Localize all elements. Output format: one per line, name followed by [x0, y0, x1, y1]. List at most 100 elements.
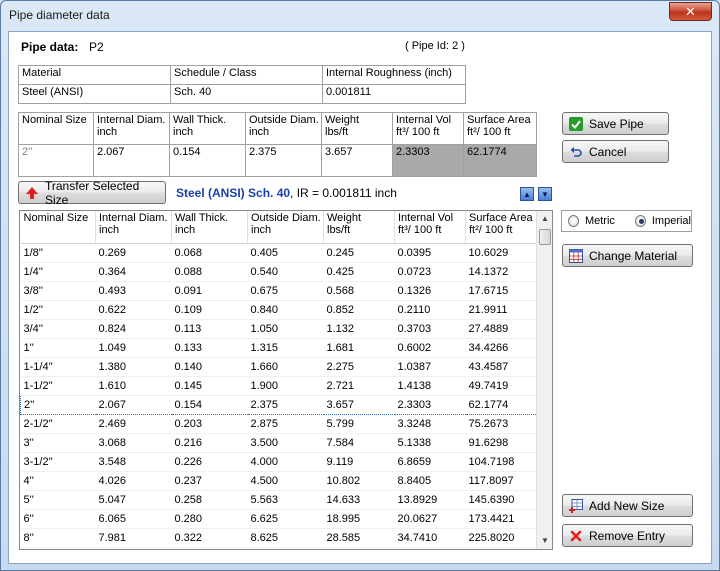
table-cell-weight: 2.721: [323, 376, 395, 396]
table-row[interactable]: 1'' 1.049 0.133 1.315 1.681 0.6002 34.4266: [20, 338, 538, 358]
add-new-size-button[interactable]: Add New Size: [562, 494, 693, 517]
table-cell-surface-area: 27.4889: [465, 319, 538, 339]
table-cell-internal-vol: 0.0723: [394, 262, 466, 282]
table-row[interactable]: 2'' 2.067 0.154 2.375 3.657 2.3303 62.1774: [20, 394, 538, 415]
remove-entry-button[interactable]: Remove Entry: [562, 524, 693, 547]
table-cell-weight: 7.584: [323, 433, 395, 453]
imperial-radio[interactable]: [634, 215, 646, 227]
delete-x-icon: [569, 529, 583, 543]
move-down-button[interactable]: ▼: [538, 187, 552, 201]
change-material-label: Change Material: [589, 248, 678, 263]
table-cell-weight: 10.802: [323, 471, 395, 491]
table-row[interactable]: 1/4'' 0.364 0.088 0.540 0.425 0.0723 14.1372: [20, 262, 538, 282]
table-cell-surface-area: 21.9911: [465, 300, 538, 320]
table-grid-icon: [569, 248, 583, 263]
pipe-size-list[interactable]: Nominal Size Internal Diam. inch Wall Thick…: [19, 210, 553, 550]
size-header-nominal-size: Nominal Size: [18, 112, 94, 145]
cancel-label: Cancel: [589, 144, 627, 159]
table-row[interactable]: 2-1/2'' 2.469 0.203 2.875 5.799 3.3248 75.2673: [20, 414, 538, 434]
table-cell-weight: 2.275: [323, 357, 395, 377]
table-cell-wall-thick: 0.226: [171, 452, 248, 472]
table-row[interactable]: 1/2'' 0.622 0.109 0.840 0.852 0.2110 21.9911: [20, 300, 538, 320]
close-button[interactable]: ✕: [669, 2, 712, 21]
table-cell-outside-diam: 3.500: [247, 433, 324, 453]
table-cell-internal-diam: 3.068: [95, 433, 172, 453]
metric-label[interactable]: Metric: [585, 215, 615, 227]
table-row[interactable]: 3/4'' 0.824 0.113 1.050 1.132 0.3703 27.4889: [20, 319, 538, 339]
pipe-data-label: Pipe data:: [21, 40, 79, 54]
table-row[interactable]: 6'' 6.065 0.280 6.625 18.995 20.0627 173.4421: [20, 509, 538, 529]
dialog-client: Pipe data: P2 ( Pipe Id: 2 ) Material Sc…: [8, 31, 712, 564]
list-header-outside-diam[interactable]: Outside Diam. inch: [247, 211, 324, 244]
table-cell-surface-area: 49.7419: [465, 376, 538, 396]
table-cell-outside-diam: 1.900: [247, 376, 324, 396]
table-cell-weight: 3.657: [323, 394, 395, 415]
table-row[interactable]: 3-1/2'' 3.548 0.226 4.000 9.119 6.8659 104.719…: [20, 452, 538, 472]
list-header-surface-area[interactable]: Surface Area ft²/ 100 ft: [465, 211, 538, 244]
table-cell-internal-diam: 0.622: [95, 300, 172, 320]
metric-radio[interactable]: [568, 215, 579, 227]
table-cell-nominal-size: 3-1/2'': [20, 452, 96, 472]
list-header-internal-diam[interactable]: Internal Diam. inch: [95, 211, 172, 244]
size-value-weight[interactable]: 3.657: [321, 144, 393, 177]
size-value-wall-thick[interactable]: 0.154: [169, 144, 246, 177]
triangle-down-icon: ▼: [541, 190, 549, 199]
pipe-size-table: Nominal Size Internal Diam. inch Wall Thick…: [20, 211, 538, 548]
save-pipe-button[interactable]: Save Pipe: [562, 112, 669, 135]
table-cell-internal-diam: 1.049: [95, 338, 172, 358]
table-cell-weight: 0.568: [323, 281, 395, 301]
table-cell-nominal-size: 3/8'': [20, 281, 96, 301]
table-row[interactable]: 1-1/4'' 1.380 0.140 1.660 2.275 1.0387 43.4587: [20, 357, 538, 377]
table-cell-surface-area: 34.4266: [465, 338, 538, 358]
table-row[interactable]: 4'' 4.026 0.237 4.500 10.802 8.8405 117.8097: [20, 471, 538, 491]
table-row[interactable]: 1/8'' 0.269 0.068 0.405 0.245 0.0395 10.6029: [20, 243, 538, 263]
table-row[interactable]: 3/8'' 0.493 0.091 0.675 0.568 0.1326 17.6715: [20, 281, 538, 301]
table-cell-wall-thick: 0.088: [171, 262, 248, 282]
size-value-surface-area: 62.1774: [463, 144, 537, 177]
scroll-thumb[interactable]: [539, 229, 551, 245]
table-cell-wall-thick: 0.140: [171, 357, 248, 377]
scroll-up-icon[interactable]: ▲: [537, 211, 552, 227]
units-radio-group: Metric Imperial: [561, 210, 692, 232]
table-cell-outside-diam: 1.315: [247, 338, 324, 358]
move-up-button[interactable]: ▲: [520, 187, 534, 201]
table-cell-internal-vol: 3.3248: [394, 414, 466, 434]
table-cell-internal-vol: 2.3303: [394, 394, 466, 415]
scroll-down-icon[interactable]: ▼: [537, 533, 552, 549]
size-header-wall-thick: Wall Thick. inch: [169, 112, 246, 145]
change-material-button[interactable]: Change Material: [562, 244, 693, 267]
pipe-diameter-dialog: Pipe diameter data ✕ Pipe data: P2 ( Pip…: [0, 0, 720, 571]
size-value-outside-diam[interactable]: 2.375: [245, 144, 322, 177]
table-cell-wall-thick: 0.237: [171, 471, 248, 491]
table-row[interactable]: 5'' 5.047 0.258 5.563 14.633 13.8929 145.6390: [20, 490, 538, 510]
size-value-internal-diam[interactable]: 2.067: [93, 144, 170, 177]
list-header-nominal-size[interactable]: Nominal Size: [20, 211, 96, 244]
table-cell-nominal-size: 1'': [20, 338, 96, 358]
transfer-selected-size-button[interactable]: Transfer Selected Size: [18, 179, 166, 207]
table-cell-weight: 0.425: [323, 262, 395, 282]
table-cell-outside-diam: 8.625: [247, 528, 324, 548]
table-cell-internal-vol: 34.7410: [394, 528, 466, 548]
cancel-button[interactable]: Cancel: [562, 140, 669, 163]
list-header-wall-thick[interactable]: Wall Thick. inch: [171, 211, 248, 244]
table-cell-internal-diam: 3.548: [95, 452, 172, 472]
table-row[interactable]: 3'' 3.068 0.216 3.500 7.584 5.1338 91.6298: [20, 433, 538, 453]
table-cell-internal-vol: 8.8405: [394, 471, 466, 491]
size-value-nominal-size[interactable]: 2'': [18, 144, 94, 177]
table-cell-outside-diam: 1.660: [247, 357, 324, 377]
list-header-weight[interactable]: Weight lbs/ft: [323, 211, 395, 244]
table-cell-internal-diam: 0.269: [95, 243, 172, 263]
vertical-scrollbar[interactable]: ▲ ▼: [536, 211, 552, 549]
table-cell-wall-thick: 0.203: [171, 414, 248, 434]
table-cell-outside-diam: 0.675: [247, 281, 324, 301]
imperial-label[interactable]: Imperial: [652, 215, 691, 227]
table-row[interactable]: 1-1/2'' 1.610 0.145 1.900 2.721 1.4138 49.7419: [20, 376, 538, 396]
list-header-internal-vol[interactable]: Internal Vol ft³/ 100 ft: [394, 211, 466, 244]
list-header-row: Nominal Size Internal Diam. inch Wall Thick…: [20, 211, 538, 244]
table-cell-nominal-size: 1/2'': [20, 300, 96, 320]
table-row[interactable]: 8'' 7.981 0.322 8.625 28.585 34.7410 225.8020: [20, 528, 538, 548]
table-cell-outside-diam: 2.375: [247, 394, 324, 415]
roughness-value: 0.001811: [322, 84, 466, 104]
size-header-weight: Weight lbs/ft: [321, 112, 393, 145]
table-cell-surface-area: 225.8020: [465, 528, 538, 548]
